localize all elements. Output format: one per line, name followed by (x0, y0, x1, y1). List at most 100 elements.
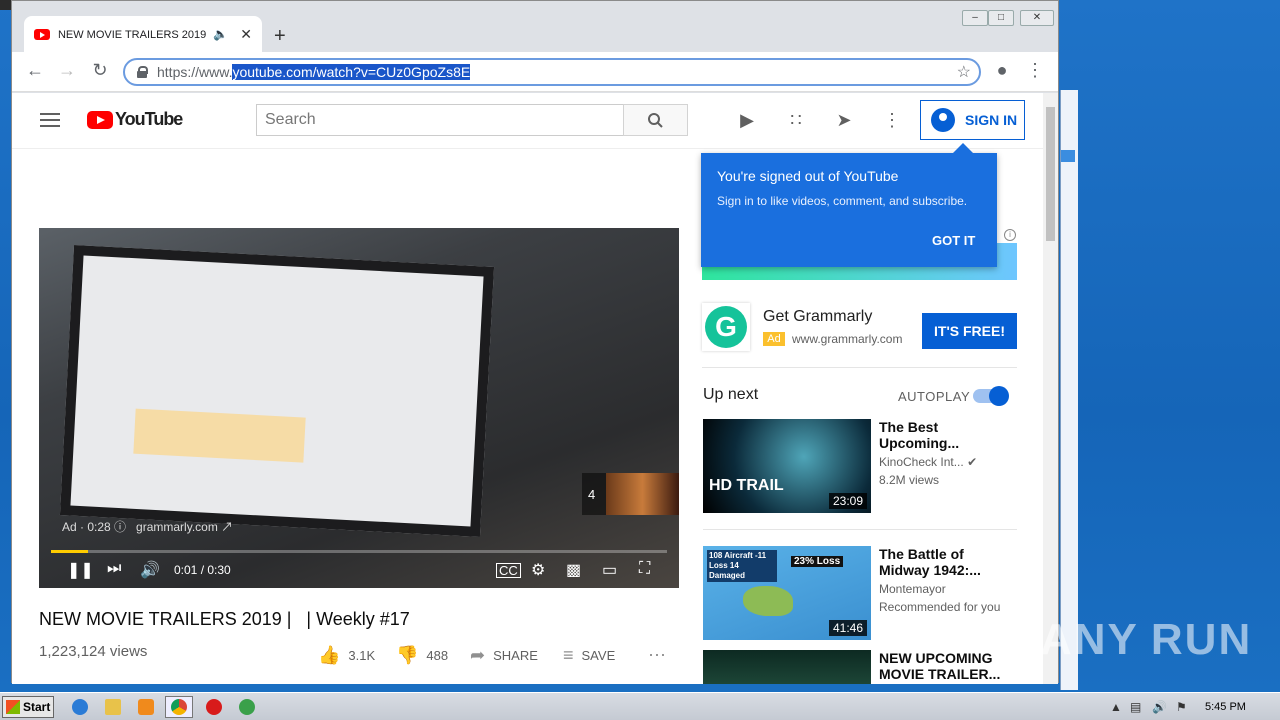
more-actions-icon[interactable]: ⋯ (648, 645, 674, 666)
explorer-folder-icon[interactable] (99, 696, 127, 718)
ad-divider (702, 367, 1017, 368)
create-video-icon[interactable]: ▶ (736, 110, 758, 132)
new-tab-button[interactable]: + (274, 25, 286, 48)
endcard-thumbnail (606, 473, 679, 515)
settings-dots-icon[interactable]: ⋮ (881, 110, 903, 132)
playlist-add-icon: ≡ (563, 645, 574, 665)
tab-bar: NEW MOVIE TRAILERS 2019 ☐ 🔈 ✕ + – □ ✕ (12, 1, 1058, 52)
share-button[interactable]: ➦ SHARE (470, 645, 538, 666)
ad-info-icon[interactable]: i (1004, 229, 1016, 241)
duration: 23:09 (828, 493, 867, 509)
page-scrollbar[interactable] (1043, 93, 1058, 684)
close-window-button[interactable]: ✕ (1020, 10, 1054, 26)
ad-domain[interactable]: grammarly.com (136, 520, 218, 534)
theater-mode-icon[interactable]: ▭ (602, 560, 617, 580)
ad-badge: Ad (763, 332, 785, 346)
ie-icon[interactable] (66, 696, 94, 718)
time-display: 0:01 / 0:30 (174, 563, 231, 577)
star-icon[interactable]: ☆ (957, 62, 971, 82)
ad-url: www.grammarly.com (792, 332, 903, 346)
video-thumbnail[interactable]: 108 Aircraft -11 Loss 14 Damaged 23% Los… (703, 546, 871, 640)
list-item[interactable]: HD TRAIL 23:09 The Best Upcoming... Kino… (703, 419, 977, 513)
show-hidden-icons-icon[interactable]: ▲ (1110, 700, 1122, 714)
web-page: YouTube Search ▶ ∷ ➤ ⋮ SIGN IN Ad · 0:28… (12, 93, 1058, 684)
captions-icon[interactable]: CC (496, 563, 521, 578)
scrollbar-thumb[interactable] (1046, 107, 1055, 241)
opera-icon[interactable] (200, 696, 228, 718)
menu-dots-icon[interactable]: ⋮ (1024, 60, 1046, 81)
progress-bar[interactable] (51, 550, 667, 553)
forward-arrow-icon[interactable]: → (56, 60, 78, 81)
save-button[interactable]: ≡ SAVE (563, 645, 615, 666)
tab-youtube[interactable]: NEW MOVIE TRAILERS 2019 ☐ 🔈 ✕ (24, 16, 262, 52)
list-item[interactable]: NEW UPCOMING MOVIE TRAILER... (703, 650, 1000, 684)
settings-gear-icon[interactable]: ⚙ (531, 560, 545, 580)
view-count: 8.2M views (879, 473, 940, 487)
progress-fill (51, 550, 88, 553)
account-icon (931, 108, 955, 132)
close-tab-icon[interactable]: ✕ (240, 26, 252, 43)
list-item[interactable]: 108 Aircraft -11 Loss 14 Damaged 23% Los… (703, 546, 1000, 640)
view-count: 1,223,124 views (39, 643, 148, 660)
got-it-button[interactable]: GOT IT (932, 233, 975, 248)
thumbs-down-icon: 👎 (396, 645, 419, 665)
search-button[interactable] (623, 104, 688, 136)
next-icon[interactable]: ⏭ (107, 560, 121, 578)
taskbar: Start ▲ ▤ 🔊 ⚑ 5:45 PM (0, 692, 1280, 720)
ad-cta-button[interactable]: IT'S FREE! (922, 313, 1017, 349)
url-prefix: https://www. (157, 64, 233, 80)
channel-name[interactable]: Montemayor (879, 580, 1007, 598)
volume-icon[interactable]: 🔊 (140, 560, 160, 580)
chrome-taskbar-icon[interactable] (165, 696, 193, 718)
video-title[interactable]: The Battle of Midway 1942:... (879, 546, 1007, 578)
action-center-flag-icon[interactable]: ⚑ (1176, 700, 1187, 714)
share-icon: ➦ (470, 645, 486, 665)
pause-icon[interactable]: ❚❚ (67, 560, 94, 580)
autoplay-label: AUTOPLAY (898, 389, 971, 404)
back-arrow-icon[interactable]: ← (24, 60, 46, 81)
like-button[interactable]: 👍 3.1K (318, 645, 375, 666)
video-thumbnail[interactable] (703, 650, 871, 684)
ad-overlay[interactable]: Ad · 0:28 ⓘ grammarly.com ↗ (62, 518, 233, 535)
ad-title[interactable]: Get Grammarly (763, 308, 872, 326)
header-divider (12, 148, 1043, 149)
channel-name[interactable]: KinoCheck Int... (879, 455, 964, 469)
search-input[interactable]: Search (256, 104, 624, 136)
media-player-icon[interactable] (132, 696, 160, 718)
autoplay-toggle[interactable] (973, 386, 1009, 406)
sign-in-button[interactable]: SIGN IN (920, 100, 1025, 140)
profile-icon[interactable]: ● (991, 60, 1013, 81)
messages-icon[interactable]: ➤ (833, 110, 855, 132)
maximize-button[interactable]: □ (988, 10, 1014, 26)
dislike-button[interactable]: 👎 488 (396, 645, 448, 666)
speaker-icon[interactable]: 🔈 (213, 27, 228, 41)
youtube-play-icon (87, 110, 113, 129)
tooltip-body: Sign in to like videos, comment, and sub… (717, 194, 968, 208)
video-thumbnail[interactable]: HD TRAIL 23:09 (703, 419, 871, 513)
video-title[interactable]: NEW UPCOMING MOVIE TRAILER... (879, 650, 1007, 682)
video-title: NEW MOVIE TRAILERS 2019 | | Weekly #17 (39, 609, 410, 629)
endcard-playlist[interactable]: 4 (582, 473, 679, 515)
minimize-button[interactable]: – (962, 10, 988, 26)
grammarly-logo[interactable]: G (702, 303, 750, 351)
lock-icon (137, 66, 148, 78)
downloader-icon[interactable] (233, 696, 261, 718)
video-player[interactable]: Ad · 0:28 ⓘ grammarly.com ↗ 4 ❚❚ ⏭ 🔊 0:0… (39, 228, 679, 588)
duration: 41:46 (828, 620, 867, 636)
youtube-logo[interactable]: YouTube (87, 109, 183, 130)
address-bar[interactable]: https://www. youtube.com/watch?v=CUz0GpoZ… (123, 58, 981, 86)
thumbs-up-icon: 👍 (318, 645, 341, 665)
start-button[interactable]: Start (2, 696, 54, 718)
video-title[interactable]: The Best Upcoming... (879, 419, 1007, 451)
browser-window: NEW MOVIE TRAILERS 2019 ☐ 🔈 ✕ + – □ ✕ ← … (11, 0, 1059, 684)
highlight (133, 408, 306, 463)
reload-icon[interactable]: ↻ (89, 60, 111, 81)
apps-grid-icon[interactable]: ∷ (785, 110, 807, 132)
miniplayer-icon[interactable]: ▩ (566, 560, 581, 580)
fullscreen-icon[interactable]: ⛶ (639, 560, 650, 578)
clock[interactable]: 5:45 PM (1205, 701, 1246, 713)
up-next-heading: Up next (703, 386, 759, 403)
volume-tray-icon[interactable]: 🔊 (1152, 700, 1167, 714)
hamburger-menu-icon[interactable] (40, 113, 60, 127)
network-icon[interactable]: ▤ (1130, 700, 1141, 714)
